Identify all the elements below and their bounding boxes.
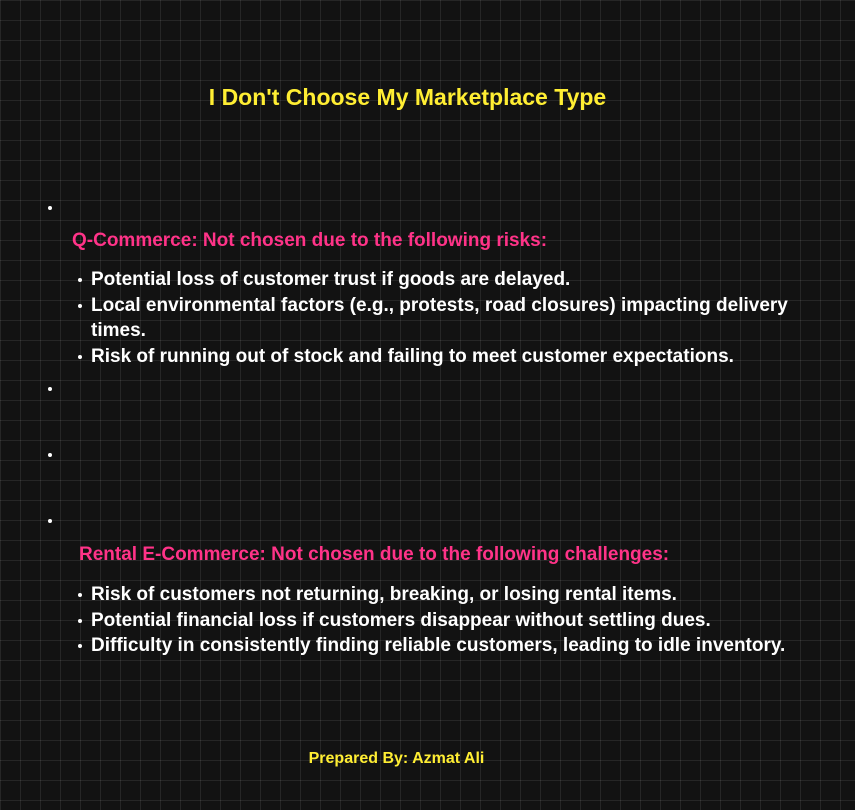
list-item: Difficulty in consistently finding relia… bbox=[78, 633, 821, 659]
list-item: Risk of running out of stock and failing… bbox=[78, 344, 821, 370]
list-item: Potential financial loss if customers di… bbox=[78, 608, 821, 634]
list-item: Potential loss of customer trust if good… bbox=[78, 267, 821, 293]
bullet-marker bbox=[47, 452, 53, 458]
list-item: Risk of customers not returning, breakin… bbox=[78, 582, 821, 608]
list-item: Local environmental factors (e.g., prote… bbox=[78, 293, 821, 344]
bullet-marker bbox=[47, 386, 53, 392]
q-commerce-risk-list: Potential loss of customer trust if good… bbox=[78, 267, 821, 370]
rental-e-commerce-challenge-list: Risk of customers not returning, breakin… bbox=[78, 582, 821, 659]
bullet-marker bbox=[47, 518, 53, 524]
bullet-marker bbox=[47, 205, 53, 211]
prepared-by-footer: Prepared By: Azmat Ali bbox=[308, 750, 485, 767]
page-title: I Don't Choose My Marketplace Type bbox=[208, 84, 607, 110]
section-heading-rental-e-commerce: Rental E-Commerce: Not chosen due to the… bbox=[79, 544, 670, 565]
section-heading-q-commerce: Q-Commerce: Not chosen due to the follow… bbox=[72, 230, 548, 251]
